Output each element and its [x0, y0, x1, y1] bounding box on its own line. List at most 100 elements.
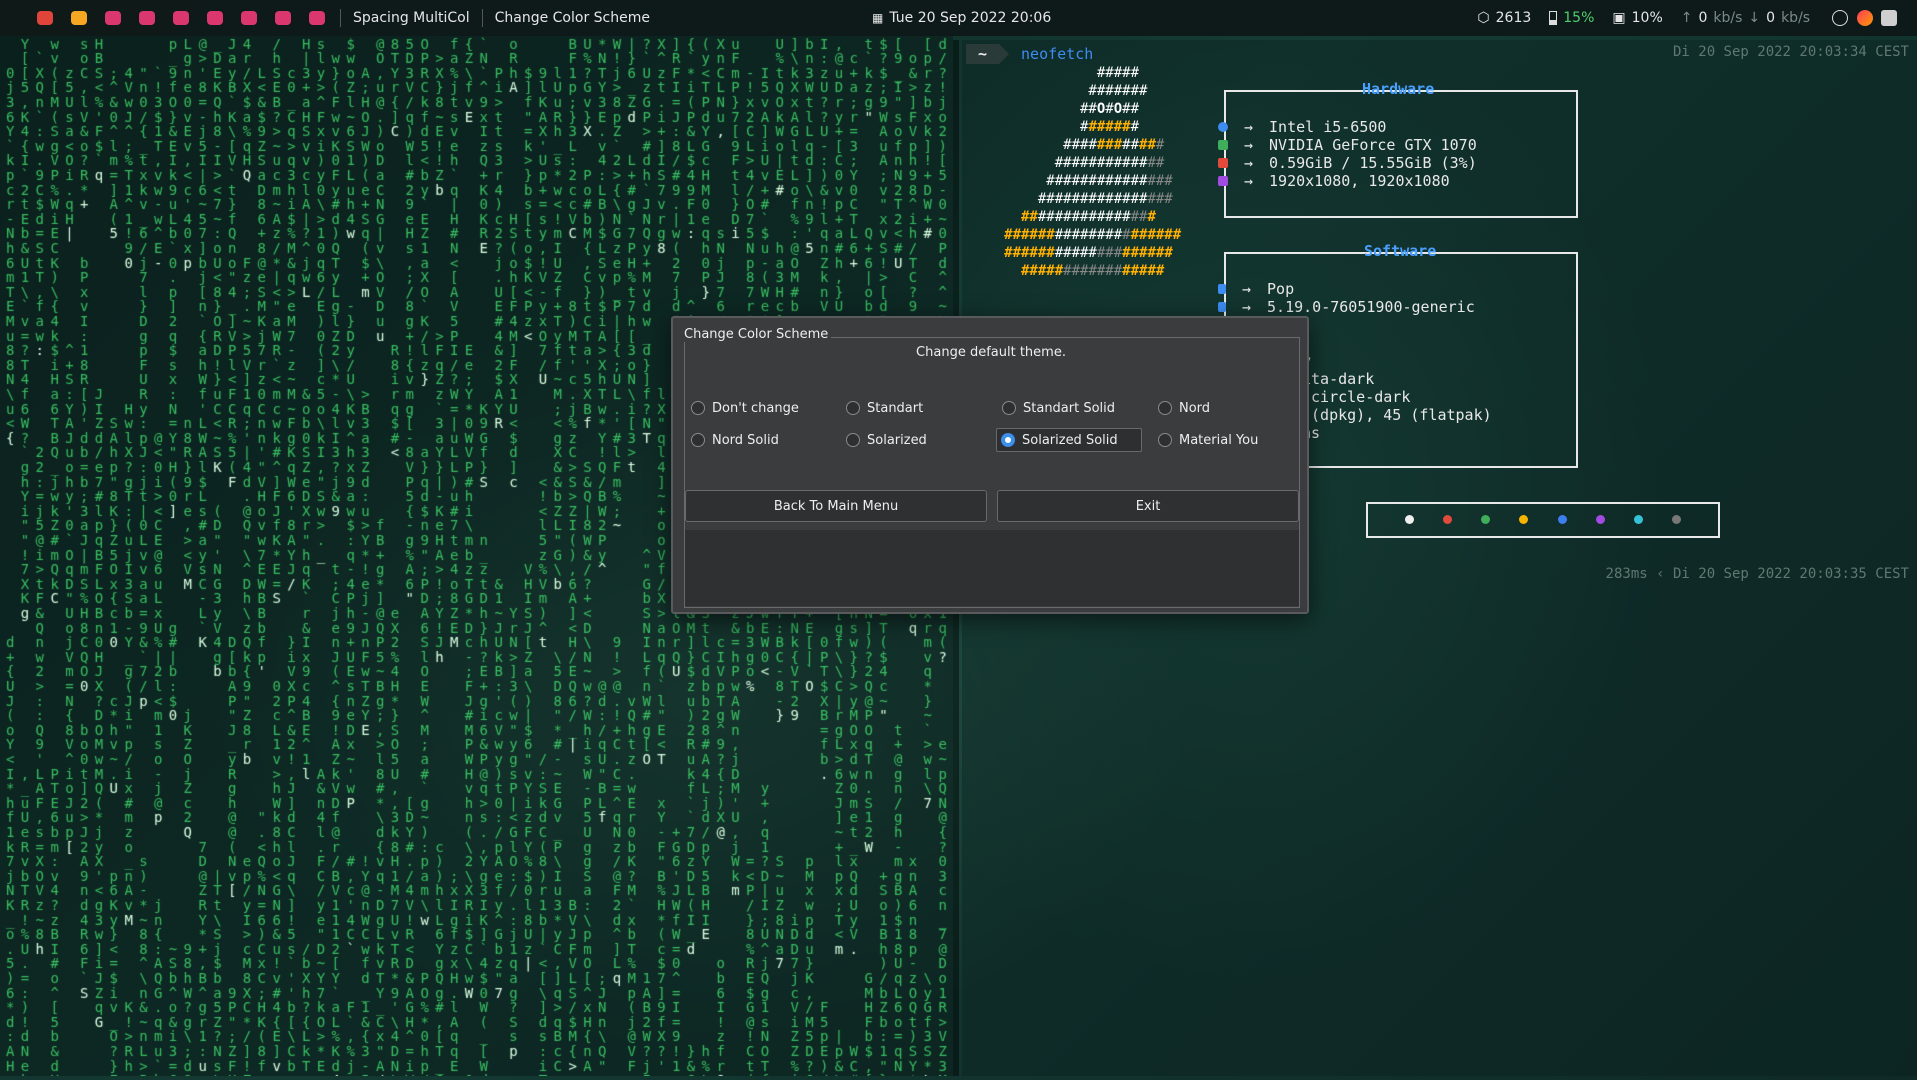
separator [340, 9, 341, 27]
launcher-glyph [241, 11, 257, 25]
launcher-glyph [207, 11, 223, 25]
radio-nord[interactable]: Nord [1154, 396, 1210, 420]
cpu-value: Intel i5-6500 [1269, 118, 1387, 136]
net-down-value: 0 [1766, 10, 1776, 26]
radio-label: Standart Solid [1023, 400, 1116, 416]
folder-icon[interactable] [300, 0, 334, 36]
exit-button[interactable]: Exit [997, 490, 1299, 522]
prompt-directory: ~ [966, 44, 1000, 64]
video-icon[interactable] [130, 0, 164, 36]
radio-standart[interactable]: Standart [842, 396, 923, 420]
os-row: → Pop [1218, 280, 1294, 298]
radio-label: Nord [1179, 400, 1211, 416]
os-icon [1218, 284, 1226, 294]
radio-nord-solid[interactable]: Nord Solid [687, 428, 779, 452]
system-tray [1828, 10, 1897, 26]
palette-color-dot [1442, 514, 1452, 524]
net-down-unit: kb/s [1781, 10, 1811, 26]
change-color-scheme-dialog: Change Color Scheme Change default theme… [671, 316, 1309, 614]
palette-color-dot [1557, 514, 1567, 524]
disk-widget[interactable]: ▣ 10% [1612, 10, 1662, 26]
kernel-row: → 5.19.0-76051900-generic [1218, 298, 1475, 316]
gamepad-icon[interactable] [164, 0, 198, 36]
os-value: Pop [1267, 280, 1295, 298]
gpu-row: → NVIDIA GeForce GTX 1070 [1218, 136, 1477, 154]
resolution-value: 1920x1080, 1920x1080 [1269, 172, 1450, 190]
arrow-icon: → [1244, 136, 1254, 154]
upload-icon: ↑ [1680, 10, 1693, 26]
youtube-icon[interactable] [198, 0, 232, 36]
gpu-icon [1218, 140, 1228, 150]
net-up-unit: kb/s [1713, 10, 1743, 26]
separator [481, 9, 483, 27]
play-tray-icon[interactable] [1832, 10, 1849, 26]
clock-text: Tue 20 Sep 2022 20:06 [889, 10, 1052, 26]
clock[interactable]: ▦ Tue 20 Sep 2022 20:06 [872, 0, 1051, 36]
launcher-glyph [37, 11, 53, 25]
pop-os-ascii-logo: ##### ####### ##O#O## ####### ##########… [962, 65, 1182, 279]
flame-icon[interactable] [62, 0, 96, 36]
radio-solarized[interactable]: Solarized [842, 428, 927, 452]
system-status: ⬡ 2613 15% ▣ 10% ↑ 0 kb/s ↓ 0 kb/s [1477, 0, 1897, 36]
arrow-icon: → [1242, 298, 1252, 316]
memory-icon [1218, 158, 1228, 168]
memory-row: → 0.59GiB / 15.55GiB (3%) [1218, 154, 1477, 172]
radio-button-icon [846, 433, 860, 447]
app-launcher-bar: Spacing MultiCol Change Color Scheme [0, 0, 656, 36]
radio-material-you[interactable]: Material You [1154, 428, 1258, 452]
disk-value: 10% [1631, 10, 1663, 26]
back-to-main-menu-button[interactable]: Back To Main Menu [685, 490, 987, 522]
launcher-glyph [139, 11, 155, 25]
palette-color-dot [1672, 514, 1682, 524]
dialog-empty-area [685, 530, 1299, 606]
download-icon: ↓ [1748, 10, 1761, 26]
radio-label: Solarized [867, 432, 927, 448]
prompt-arrow-icon [999, 44, 1010, 64]
radio-dont-change[interactable]: Don't change [687, 396, 799, 420]
window-title-spacing-multicol[interactable]: Spacing MultiCol [347, 10, 476, 26]
arrow-icon: → [1244, 172, 1254, 190]
package-icon: ⬡ [1477, 10, 1490, 26]
window-title-change-color-scheme[interactable]: Change Color Scheme [489, 10, 656, 26]
radio-button-icon [1158, 433, 1172, 447]
command-start-time: Di 20 Sep 2022 20:03:34 CEST [1672, 44, 1909, 60]
monitor-icon [1218, 176, 1228, 186]
radio-button-icon [1158, 401, 1172, 415]
elapsed-time: 283ms [1605, 566, 1648, 582]
radio-label: Material You [1179, 432, 1259, 448]
battery-widget[interactable]: 15% [1549, 10, 1594, 26]
software-title: Software [1364, 242, 1437, 260]
net-up-value: 0 [1698, 10, 1708, 26]
launcher-glyph [105, 11, 121, 25]
settings-tray-icon[interactable] [1881, 10, 1897, 26]
color-palette [1366, 502, 1720, 538]
dialog-subtitle: Change default theme. [916, 345, 1066, 360]
packages-widget[interactable]: ⬡ 2613 [1477, 10, 1531, 26]
radio-label: Solarized Solid [1022, 432, 1118, 448]
radio-button-selected-icon [1001, 433, 1015, 447]
packages-count: 2613 [1495, 10, 1532, 26]
palette-color-dot [1404, 514, 1414, 524]
arrow-icon: → [1242, 280, 1252, 298]
kernel-value: 5.19.0-76051900-generic [1267, 298, 1475, 316]
command-end-line: 283ms ‹ Di 20 Sep 2022 20:03:35 CEST [1606, 566, 1909, 582]
cpu-row: → Intel i5-6500 [1218, 118, 1386, 136]
radio-standart-solid[interactable]: Standart Solid [998, 396, 1115, 420]
radio-button-icon [846, 401, 860, 415]
calendar-icon: ▦ [872, 11, 884, 25]
firefox-tray-icon[interactable] [1856, 10, 1873, 26]
radio-solarized-solid[interactable]: Solarized Solid [996, 428, 1142, 452]
shell-prompt: ~ neofetch [966, 44, 1093, 64]
vivaldi-icon[interactable] [28, 0, 62, 36]
chat-icon[interactable] [96, 0, 130, 36]
disk-icon: ▣ [1612, 10, 1626, 26]
software-line-6: (dpkg), 45 (flatpak) [1302, 406, 1492, 424]
music-icon[interactable] [232, 0, 266, 36]
palette-color-dot [1595, 514, 1605, 524]
resolution-row: → 1920x1080, 1920x1080 [1218, 172, 1450, 190]
arrow-icon: → [1244, 118, 1254, 136]
network-widget[interactable]: ↑ 0 kb/s ↓ 0 kb/s [1681, 10, 1810, 26]
image-icon[interactable] [266, 0, 300, 36]
palette-color-dot [1481, 514, 1491, 524]
launcher-glyph [173, 11, 189, 25]
